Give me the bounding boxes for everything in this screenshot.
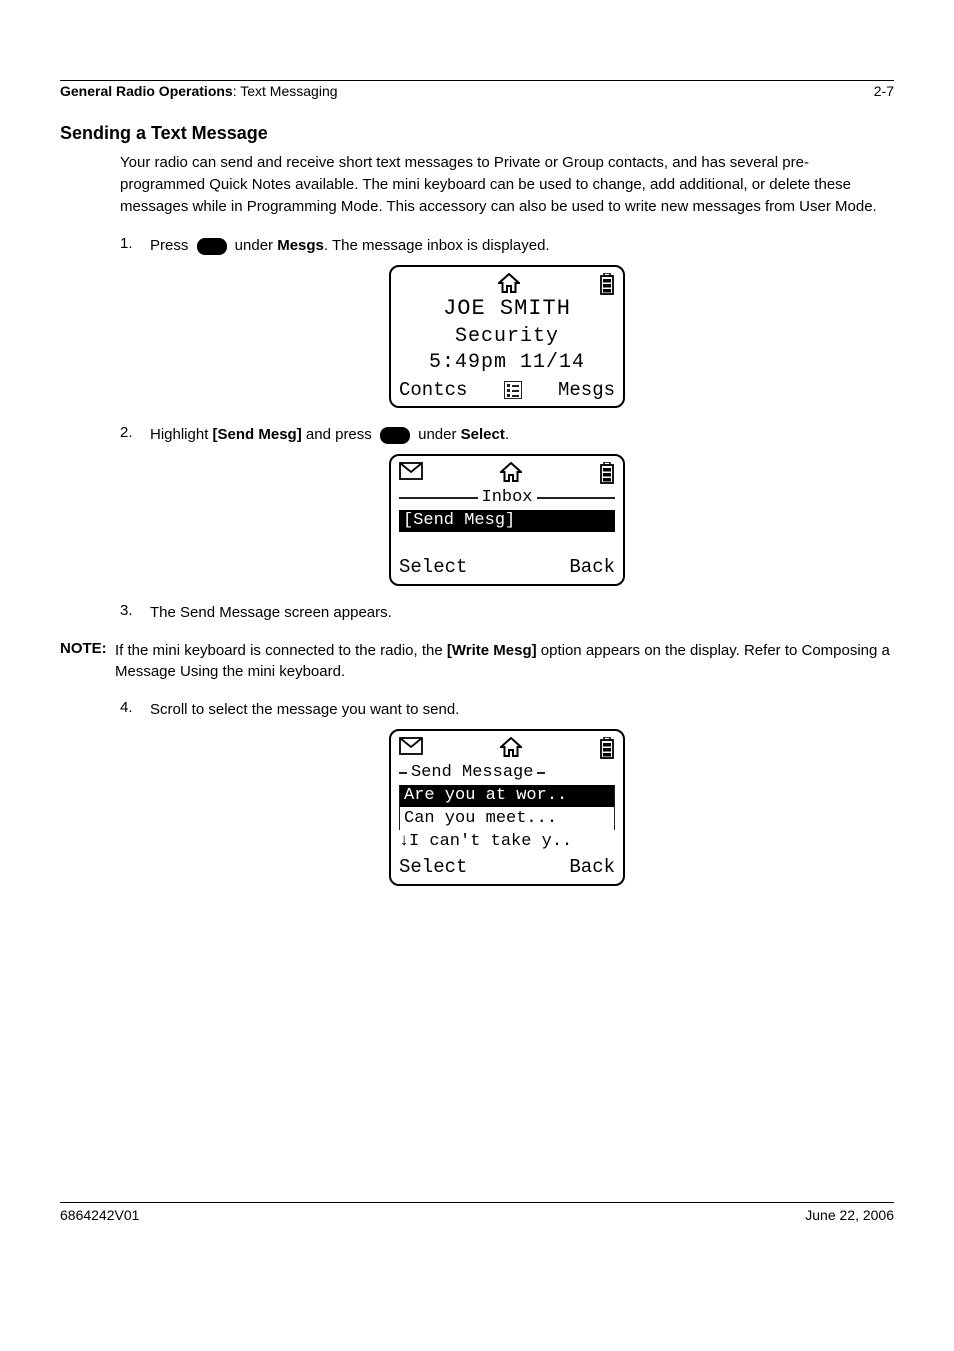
step-1-post: . The message inbox is displayed. (324, 237, 550, 254)
battery-icon (599, 273, 615, 295)
lcd2-selected-item: [Send Mesg] (399, 510, 615, 532)
step-3-text: The Send Message screen appears. (150, 602, 894, 624)
lcd1-softkey-left: Contcs (399, 378, 467, 403)
note-label: NOTE: (60, 640, 115, 684)
battery-icon (599, 737, 615, 759)
home-icon (500, 462, 522, 482)
envelope-icon (399, 737, 423, 755)
lcd3-item3: I can't take y.. (409, 831, 572, 853)
note-text-bold: [Write Mesg] (447, 642, 537, 659)
lcd1-line2: Security (399, 324, 615, 350)
scroll-down-arrow-icon: ↓ (399, 831, 409, 853)
lcd1-softkey-right: Mesgs (558, 378, 615, 403)
step-2-word: [Send Mesg] (213, 426, 302, 443)
lcd3-title: Send Message (407, 762, 537, 784)
softkey-icon (380, 427, 410, 444)
step-number: 2. (120, 424, 150, 441)
battery-icon (599, 462, 615, 484)
lcd2-softkey-right: Back (569, 555, 615, 580)
running-head-bold: General Radio Operations (60, 83, 233, 99)
envelope-icon (399, 462, 423, 480)
note-text: If the mini keyboard is connected to the… (115, 640, 894, 684)
step-1-text: Press under Mesgs. The message inbox is … (150, 235, 894, 257)
step-1-under: under (231, 237, 278, 254)
home-icon (498, 273, 520, 293)
home-icon (500, 737, 522, 757)
step-2-word2: Select (461, 426, 505, 443)
running-head-rest: : Text Messaging (233, 83, 338, 99)
lcd2-softkey-left: Select (399, 555, 467, 580)
lcd-screen-home: JOE SMITH Security 5:49pm 11/14 Contcs M… (389, 265, 625, 408)
footer-date: June 22, 2006 (805, 1207, 894, 1223)
note-text-a: If the mini keyboard is connected to the… (115, 642, 447, 659)
lcd-screen-send-message: Send Message Are you at wor.. Can you me… (389, 729, 625, 886)
lcd3-item2: Can you meet... (400, 808, 614, 830)
footer-doc-id: 6864242V01 (60, 1207, 139, 1223)
page-number: 2-7 (874, 83, 894, 99)
step-2-text: Highlight [Send Mesg] and press under Se… (150, 424, 894, 446)
step-2-mid: and press (302, 426, 376, 443)
softkey-icon (197, 238, 227, 255)
lcd3-item1-selected: Are you at wor.. (400, 785, 614, 807)
step-number: 1. (120, 235, 150, 252)
lcd3-item3-row: ↓I can't take y.. (399, 831, 615, 853)
step-2-pre: Highlight (150, 426, 213, 443)
footer: 6864242V01 June 22, 2006 (60, 1203, 894, 1223)
step-number: 3. (120, 602, 150, 619)
running-head: General Radio Operations: Text Messaging… (60, 83, 894, 99)
lcd-screen-inbox: Inbox [Send Mesg] Select Back (389, 454, 625, 586)
intro-paragraph: Your radio can send and receive short te… (120, 152, 894, 217)
menu-icon (504, 381, 522, 399)
step-number: 4. (120, 699, 150, 716)
step-4-text: Scroll to select the message you want to… (150, 699, 894, 721)
lcd3-softkey-right: Back (569, 855, 615, 880)
step-1-pre: Press (150, 237, 193, 254)
step-1-word: Mesgs (277, 237, 324, 254)
lcd2-title: Inbox (478, 487, 537, 509)
lcd1-line1: JOE SMITH (399, 295, 615, 324)
step-2-under: under (414, 426, 461, 443)
step-2-post: . (505, 426, 509, 443)
lcd1-line3: 5:49pm 11/14 (399, 350, 615, 376)
section-title: Sending a Text Message (60, 123, 894, 144)
header-rule (60, 80, 894, 81)
lcd3-softkey-left: Select (399, 855, 467, 880)
